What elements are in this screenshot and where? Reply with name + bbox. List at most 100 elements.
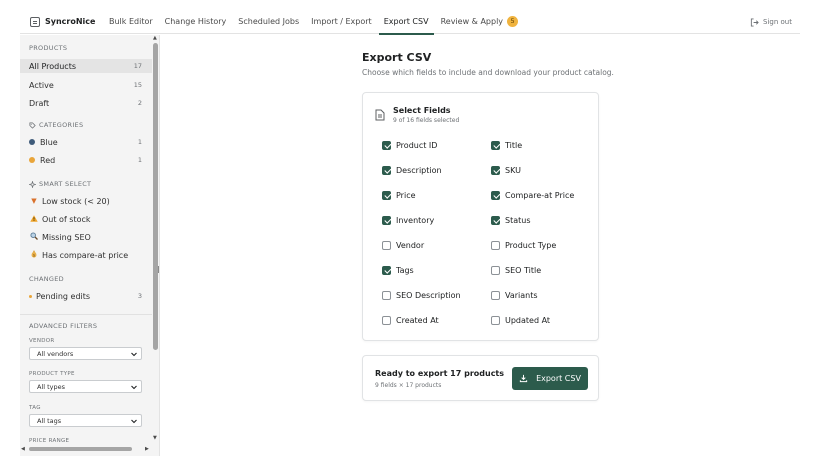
sidebar-resize-handle[interactable] xyxy=(158,266,159,273)
field-variants[interactable]: Variants xyxy=(491,290,538,300)
field-product-type-label: Product Type xyxy=(505,240,557,250)
sidebar-item-red[interactable]: Red 1 xyxy=(20,153,152,167)
field-product-id-checkbox[interactable] xyxy=(382,140,391,150)
export-csv-button-label: Export CSV xyxy=(536,374,581,383)
product-type-filter-label: PRODUCT TYPE xyxy=(29,371,75,377)
scroll-down-arrow-icon[interactable]: ▼ xyxy=(153,435,157,441)
sidebar-item-label: Pending edits xyxy=(36,291,91,301)
field-inventory-checkbox[interactable] xyxy=(382,215,391,225)
main-content: Export CSV Choose which fields to includ… xyxy=(162,35,800,456)
sidebar-item-draft[interactable]: Draft 2 xyxy=(20,96,152,110)
field-seo-title[interactable]: SEO Title xyxy=(491,265,541,275)
sidebar-item-pending-edits[interactable]: Pending edits 3 xyxy=(20,289,152,303)
field-updated-at-checkbox[interactable] xyxy=(491,315,500,325)
field-product-type[interactable]: Product Type xyxy=(491,240,556,250)
warning-icon xyxy=(29,214,39,224)
tag-select-value: All tags xyxy=(37,416,62,425)
money-bag-icon: $ xyxy=(29,250,39,260)
field-tags-checkbox[interactable] xyxy=(382,265,391,275)
field-vendor[interactable]: Vendor xyxy=(382,240,424,250)
smart-select-low-stock[interactable]: ▼ Low stock (< 20) xyxy=(20,194,152,208)
export-summary-detail: 9 fields × 17 products xyxy=(375,382,442,389)
sign-out-icon xyxy=(750,17,759,27)
export-csv-button[interactable]: Export CSV xyxy=(512,367,588,390)
sidebar-horizontal-scrollbar[interactable]: ◀ ▶ xyxy=(20,443,152,456)
sidebar-item-count: 1 xyxy=(137,138,142,146)
field-seo-description[interactable]: SEO Description xyxy=(382,290,461,300)
field-product-type-checkbox[interactable] xyxy=(491,240,500,250)
sign-out-link[interactable]: Sign out xyxy=(750,10,792,34)
field-compare-at-price[interactable]: Compare-at Price xyxy=(491,190,574,200)
field-tags[interactable]: Tags xyxy=(382,265,414,275)
tab-scheduled-jobs[interactable]: Scheduled Jobs xyxy=(233,10,304,34)
field-price[interactable]: Price xyxy=(382,190,416,200)
field-seo-title-checkbox[interactable] xyxy=(491,265,500,275)
sidebar-vertical-scrollbar[interactable]: ▲ ▼ xyxy=(152,35,159,456)
page-subtitle: Choose which fields to include and downl… xyxy=(362,68,614,77)
field-seo-description-checkbox[interactable] xyxy=(382,290,391,300)
fields-selected-count: 9 of 16 fields selected xyxy=(393,117,460,124)
scroll-up-arrow-icon[interactable]: ▲ xyxy=(153,35,157,41)
chevron-down-icon xyxy=(131,419,137,424)
field-inventory[interactable]: Inventory xyxy=(382,215,434,225)
sidebar-item-active[interactable]: Active 15 xyxy=(20,78,152,92)
tab-change-history[interactable]: Change History xyxy=(160,10,232,34)
export-summary-title: Ready to export 17 products xyxy=(375,369,505,378)
tab-bulk-editor[interactable]: Bulk Editor xyxy=(104,10,158,34)
scroll-right-arrow-icon[interactable]: ▶ xyxy=(145,446,149,452)
field-vendor-checkbox[interactable] xyxy=(382,240,391,250)
field-seo-description-label: SEO Description xyxy=(396,290,461,300)
field-status-checkbox[interactable] xyxy=(491,215,500,225)
sidebar-hscroll-thumb[interactable] xyxy=(29,447,132,451)
field-created-at-label: Created At xyxy=(396,315,439,325)
sidebar-item-blue[interactable]: Blue 1 xyxy=(20,135,152,149)
sign-out-label: Sign out xyxy=(763,18,792,26)
chevron-down-icon xyxy=(131,385,137,390)
field-variants-label: Variants xyxy=(505,290,538,300)
field-updated-at[interactable]: Updated At xyxy=(491,315,550,325)
sidebar-item-label: Has compare-at price xyxy=(42,250,129,260)
document-icon xyxy=(375,109,385,121)
tab-review-apply-label: Review & Apply xyxy=(440,17,504,26)
sparkle-icon xyxy=(29,180,36,188)
sidebar-item-label: Out of stock xyxy=(42,214,91,224)
tab-import-export[interactable]: Import / Export xyxy=(306,10,377,34)
field-title-checkbox[interactable] xyxy=(491,140,500,150)
field-updated-at-label: Updated At xyxy=(505,315,551,325)
field-compare-at-price-checkbox[interactable] xyxy=(491,190,500,200)
field-product-id[interactable]: Product ID xyxy=(382,140,437,150)
vendor-select-value: All vendors xyxy=(37,349,74,358)
product-type-select-value: All types xyxy=(37,382,66,391)
sidebar-item-count: 1 xyxy=(137,156,142,164)
smart-select-out-of-stock[interactable]: Out of stock xyxy=(20,212,152,226)
tab-export-csv[interactable]: Export CSV xyxy=(378,10,434,35)
chevron-down-icon xyxy=(131,352,137,357)
vendor-select[interactable]: All vendors xyxy=(29,347,142,360)
changed-section-title: CHANGED xyxy=(29,275,64,283)
product-type-select[interactable]: All types xyxy=(29,380,142,393)
field-sku-checkbox[interactable] xyxy=(491,165,500,175)
tag-select[interactable]: All tags xyxy=(29,414,142,427)
scroll-left-arrow-icon[interactable]: ◀ xyxy=(21,446,25,452)
smart-select-missing-seo[interactable]: Missing SEO xyxy=(20,230,152,244)
pending-dot-icon xyxy=(29,294,32,298)
tab-review-apply[interactable]: Review & Apply 5 xyxy=(436,10,523,34)
vendor-filter-label: VENDOR xyxy=(29,338,55,344)
app-name: SyncroNice xyxy=(45,17,96,26)
field-price-checkbox[interactable] xyxy=(382,190,391,200)
sidebar-item-all-products[interactable]: All Products 17 xyxy=(20,59,152,73)
field-sku[interactable]: SKU xyxy=(491,165,521,175)
category-color-dot xyxy=(29,157,35,163)
brand[interactable]: SyncroNice xyxy=(20,16,104,27)
field-title[interactable]: Title xyxy=(491,140,522,150)
field-description-checkbox[interactable] xyxy=(382,165,391,175)
field-created-at[interactable]: Created At xyxy=(382,315,439,325)
field-created-at-checkbox[interactable] xyxy=(382,315,391,325)
sidebar-item-label: Missing SEO xyxy=(42,232,91,242)
field-description[interactable]: Description xyxy=(382,165,442,175)
smart-select-has-compare-at-price[interactable]: $ Has compare-at price xyxy=(20,248,152,262)
field-status[interactable]: Status xyxy=(491,215,531,225)
field-variants-checkbox[interactable] xyxy=(491,290,500,300)
sidebar-scroll-thumb[interactable] xyxy=(153,43,158,350)
sidebar-item-count: 17 xyxy=(133,62,142,70)
